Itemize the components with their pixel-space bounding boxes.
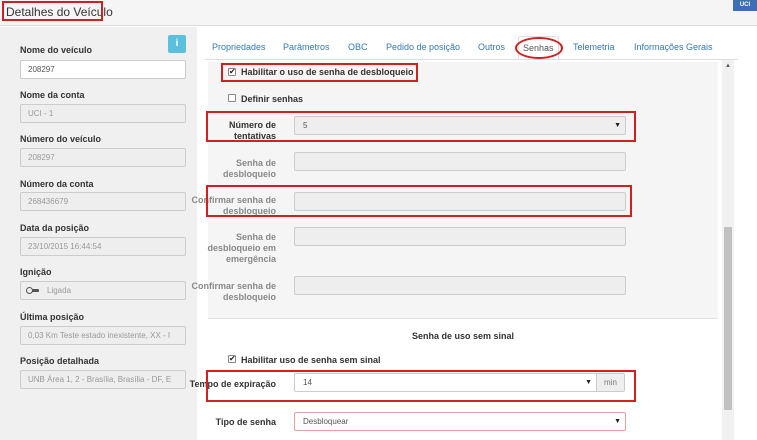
active-tab-highlight — [515, 37, 563, 59]
page-header: Detalhes do Veículo — [0, 0, 757, 26]
no-signal-section-title: Senha de uso sem sinal — [411, 331, 515, 341]
emergency-password-input[interactable] — [294, 227, 626, 246]
password-type-value: Desbloquear — [303, 417, 349, 426]
ignition-label: Ignição — [20, 267, 52, 277]
vehicle-name-label: Nome do veículo — [20, 45, 93, 55]
vehicle-number-field: 208297 — [20, 148, 186, 167]
tab-obc[interactable]: OBC — [348, 36, 368, 59]
emergency-password-label: Senha de desbloqueio em emergência — [207, 232, 276, 264]
enable-unlock-password-label: Habilitar o uso de senha de desbloqueio — [241, 67, 414, 77]
title-highlight-box — [2, 1, 103, 21]
detailed-position-label: Posição detalhada — [20, 356, 100, 366]
info-button[interactable]: i — [168, 35, 186, 53]
password-type-label: Tipo de senha — [215, 417, 276, 427]
tab-parametros[interactable]: Parâmetros — [283, 36, 330, 59]
ignition-field: Ligada — [20, 281, 186, 300]
attempts-label: Número de tentativas — [228, 120, 276, 141]
confirm-emergency-password-label: Confirmar senha de desbloqueio — [191, 281, 276, 302]
dropdown-caret-icon: ▼ — [614, 122, 621, 129]
unlock-password-input[interactable] — [294, 152, 626, 171]
logo-icon: UCI — [733, 0, 757, 11]
scroll-up-icon[interactable]: ▲ — [724, 62, 732, 70]
expiration-time-label: Tempo de expiração — [189, 379, 276, 389]
tab-informacoes-gerais[interactable]: Informações Gerais — [634, 36, 713, 59]
dropdown-caret-icon: ▼ — [585, 379, 592, 386]
enable-no-signal-checkbox[interactable]: ✔ — [228, 355, 236, 363]
account-number-field: 268436679 — [20, 192, 186, 211]
account-name-field: UCI - 1 — [20, 104, 186, 123]
account-number-label: Número da conta — [20, 179, 94, 189]
confirm-emergency-password-input[interactable] — [294, 276, 626, 295]
expiration-time-select[interactable]: 14 ▼ — [294, 373, 597, 392]
tab-propriedades[interactable]: Propriedades — [212, 36, 266, 59]
confirm-unlock-password-input[interactable] — [294, 192, 626, 211]
expiration-unit-addon: min — [597, 373, 625, 392]
key-icon — [26, 287, 39, 295]
account-name-label: Nome da conta — [20, 90, 85, 100]
enable-no-signal-label: Habilitar uso de senha sem sinal — [241, 355, 381, 365]
vehicle-name-field[interactable]: 208297 — [20, 60, 186, 79]
position-date-field: 23/10/2015 16:44:54 — [20, 237, 186, 256]
ignition-value: Ligada — [47, 286, 72, 295]
last-position-field: 0,03 Km Teste estado inexistente, XX - I — [20, 326, 186, 345]
tab-pedido-de-posicao[interactable]: Pedido de posição — [386, 36, 460, 59]
enable-unlock-password-checkbox[interactable]: ✔ — [228, 68, 236, 76]
tab-telemetria[interactable]: Telemetria — [573, 36, 615, 59]
detailed-position-field: UNB Área 1, 2 - Brasília, Brasília - DF,… — [20, 370, 186, 389]
define-passwords-label: Definir senhas — [241, 94, 304, 104]
unlock-password-label: Senha de desbloqueio — [222, 158, 276, 179]
vehicle-number-label: Número do veículo — [20, 134, 102, 144]
tab-bar: Propriedades Parâmetros OBC Pedido de po… — [205, 36, 738, 60]
attempts-value: 5 — [303, 121, 308, 130]
last-position-label: Última posição — [20, 312, 85, 322]
password-type-select[interactable]: Desbloquear ▼ — [294, 412, 626, 431]
dropdown-caret-icon: ▼ — [614, 418, 621, 425]
scrollbar-thumb[interactable] — [724, 227, 732, 410]
expiration-time-value: 14 — [303, 378, 312, 387]
position-date-label: Data da posição — [20, 223, 90, 233]
tab-outros[interactable]: Outros — [478, 36, 505, 59]
confirm-unlock-password-label: Confirmar senha de desbloqueio — [191, 195, 276, 216]
attempts-select[interactable]: 5 ▼ — [294, 116, 626, 135]
define-passwords-checkbox[interactable] — [228, 94, 236, 102]
